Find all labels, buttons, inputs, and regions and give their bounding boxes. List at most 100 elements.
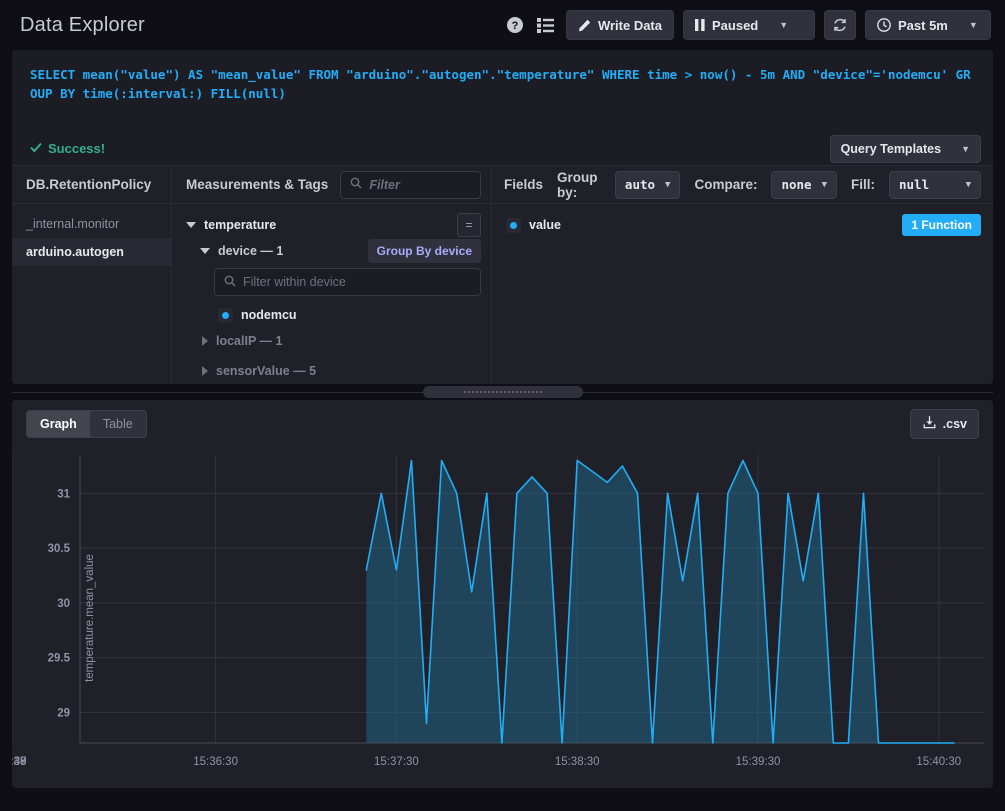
compare-value: none bbox=[781, 177, 812, 192]
database-list: _internal.monitor arduino.autogen bbox=[12, 204, 171, 266]
group-by-device-button[interactable]: Group By device bbox=[367, 239, 481, 263]
tag-label: sensorValue — 5 bbox=[216, 364, 317, 378]
compare-label: Compare: bbox=[694, 177, 758, 192]
question-circle-icon[interactable]: ? bbox=[504, 14, 526, 36]
download-csv-button[interactable]: .csv bbox=[909, 408, 979, 439]
refresh-button[interactable] bbox=[824, 10, 856, 40]
x-axis-tick-label: 15:40 bbox=[12, 756, 26, 768]
tag-value-filter-placeholder: Filter within device bbox=[243, 275, 346, 289]
chevron-down-icon: ▼ bbox=[779, 20, 789, 30]
measurements-header-label: Measurements & Tags bbox=[186, 177, 329, 192]
measurement-temperature[interactable]: temperature = bbox=[172, 212, 491, 238]
download-csv-label: .csv bbox=[942, 416, 967, 431]
field-label: value bbox=[529, 218, 561, 232]
compare-dropdown[interactable]: none ▼ bbox=[771, 170, 837, 199]
visualization-card: Graph Table .csv temperature.mean_value … bbox=[0, 400, 993, 788]
query-templates-label: Query Templates bbox=[840, 141, 942, 156]
tag-value-label: nodemcu bbox=[241, 308, 297, 322]
function-badge[interactable]: 1 Function bbox=[902, 214, 981, 236]
database-column-header: DB.RetentionPolicy bbox=[12, 166, 171, 204]
fields-column-header: Fields Group by: auto ▼ Compare: none ▼ … bbox=[492, 166, 993, 204]
database-column: DB.RetentionPolicy _internal.monitor ard… bbox=[12, 166, 172, 384]
refresh-icon bbox=[832, 17, 848, 33]
database-item[interactable]: arduino.autogen bbox=[12, 238, 171, 266]
tag-sensorvalue[interactable]: sensorValue — 5 bbox=[172, 358, 491, 384]
query-builder-card: SELECT mean("value") AS "mean_value" FRO… bbox=[12, 50, 993, 384]
clock-icon bbox=[877, 18, 891, 32]
chevron-down-icon: ▼ bbox=[968, 20, 978, 30]
chevron-right-icon bbox=[202, 336, 208, 346]
x-axis-tick-label: 15:37:30 bbox=[374, 756, 419, 768]
equals-filter-button[interactable]: = bbox=[457, 213, 481, 237]
y-axis-tick-label: 30.5 bbox=[48, 543, 71, 555]
query-status-label: Success! bbox=[48, 141, 106, 157]
fill-value: null bbox=[899, 177, 930, 192]
x-axis-tick-label: 15:38:30 bbox=[555, 756, 600, 768]
pause-status-dropdown[interactable]: Paused ▼ bbox=[683, 10, 815, 40]
tag-label: device — 1 bbox=[218, 244, 284, 258]
chevron-down-icon bbox=[186, 222, 196, 228]
y-axis-label: temperature.mean_value bbox=[83, 553, 96, 682]
measurements-column: Measurements & Tags Filter temperature =… bbox=[172, 166, 492, 384]
panel-resize-area bbox=[0, 384, 1005, 400]
tab-table[interactable]: Table bbox=[90, 411, 146, 437]
query-templates-dropdown[interactable]: Query Templates ▼ bbox=[829, 134, 981, 163]
svg-text:?: ? bbox=[512, 20, 519, 32]
graph-toolbar: Graph Table .csv bbox=[12, 400, 993, 447]
x-axis-tick-label: 15:39:30 bbox=[736, 756, 781, 768]
graph-plot-area[interactable]: temperature.mean_value 29 29.5 30 30.5 31 15:… bbox=[0, 447, 993, 788]
view-mode-tabs: Graph Table bbox=[26, 409, 147, 438]
selected-dot-icon bbox=[506, 217, 521, 233]
line-chart[interactable]: 2929.53030.53115:3615:36:3015:3715:37:30… bbox=[0, 447, 993, 783]
top-bar-actions: ? Write Data Paused ▼ Past 5m ▼ bbox=[504, 10, 991, 40]
measurements-filter-input[interactable]: Filter bbox=[340, 170, 481, 199]
y-axis-tick-label: 29.5 bbox=[48, 653, 71, 665]
x-axis-tick-label: 15:40:30 bbox=[916, 756, 961, 768]
fill-label: Fill: bbox=[851, 177, 875, 192]
measurements-column-header: Measurements & Tags Filter bbox=[172, 166, 491, 204]
chevron-right-icon bbox=[202, 366, 208, 376]
fields-column: Fields Group by: auto ▼ Compare: none ▼ … bbox=[492, 166, 993, 384]
chevron-down-icon: ▼ bbox=[821, 179, 827, 190]
query-status-bar: Success! Query Templates ▼ bbox=[12, 132, 993, 165]
panel-resize-handle[interactable] bbox=[422, 386, 583, 398]
fields-header-label: Fields bbox=[504, 177, 544, 192]
pencil-icon bbox=[578, 19, 591, 32]
search-icon bbox=[350, 177, 362, 192]
tag-label: localIP — 1 bbox=[216, 334, 283, 348]
write-data-button[interactable]: Write Data bbox=[565, 10, 674, 40]
database-item[interactable]: _internal.monitor bbox=[12, 210, 171, 238]
pause-status-label: Paused bbox=[712, 17, 759, 33]
y-axis-tick-label: 30 bbox=[57, 598, 70, 610]
time-range-label: Past 5m bbox=[898, 17, 948, 33]
query-status: Success! bbox=[30, 141, 105, 156]
measurement-label: temperature bbox=[204, 218, 277, 232]
chart-area-fill bbox=[366, 460, 954, 743]
query-editor[interactable]: SELECT mean("value") AS "mean_value" FRO… bbox=[12, 50, 993, 133]
search-icon bbox=[224, 275, 236, 290]
x-axis-tick-label: 15:36:30 bbox=[193, 756, 238, 768]
chevron-down-icon: ▼ bbox=[965, 179, 971, 190]
y-axis-tick-label: 31 bbox=[57, 488, 70, 500]
schema-explorer: DB.RetentionPolicy _internal.monitor ard… bbox=[12, 165, 993, 384]
tab-graph[interactable]: Graph bbox=[27, 410, 90, 437]
tag-value-nodemcu[interactable]: nodemcu bbox=[172, 302, 491, 328]
group-by-label: Group by: bbox=[557, 169, 598, 200]
query-text[interactable]: SELECT mean("value") AS "mean_value" FRO… bbox=[30, 65, 975, 103]
page-title: Data Explorer bbox=[20, 13, 145, 36]
group-by-dropdown[interactable]: auto ▼ bbox=[614, 170, 681, 199]
tag-value-filter-input[interactable]: Filter within device bbox=[214, 268, 481, 296]
field-value-row[interactable]: value 1 Function bbox=[492, 210, 993, 240]
chevron-down-icon: ▼ bbox=[665, 179, 671, 190]
chevron-down-icon: ▼ bbox=[961, 143, 970, 154]
selected-dot-icon bbox=[218, 307, 233, 323]
tag-localip[interactable]: localIP — 1 bbox=[172, 328, 491, 354]
list-icon[interactable] bbox=[535, 14, 557, 36]
tag-device[interactable]: device — 1 Group By device bbox=[172, 238, 491, 264]
time-range-dropdown[interactable]: Past 5m ▼ bbox=[865, 10, 991, 40]
y-axis-tick-label: 29 bbox=[57, 707, 70, 719]
download-icon bbox=[922, 415, 937, 433]
chevron-down-icon bbox=[200, 248, 210, 254]
group-by-value: auto bbox=[624, 177, 656, 192]
fill-dropdown[interactable]: null ▼ bbox=[889, 170, 981, 199]
